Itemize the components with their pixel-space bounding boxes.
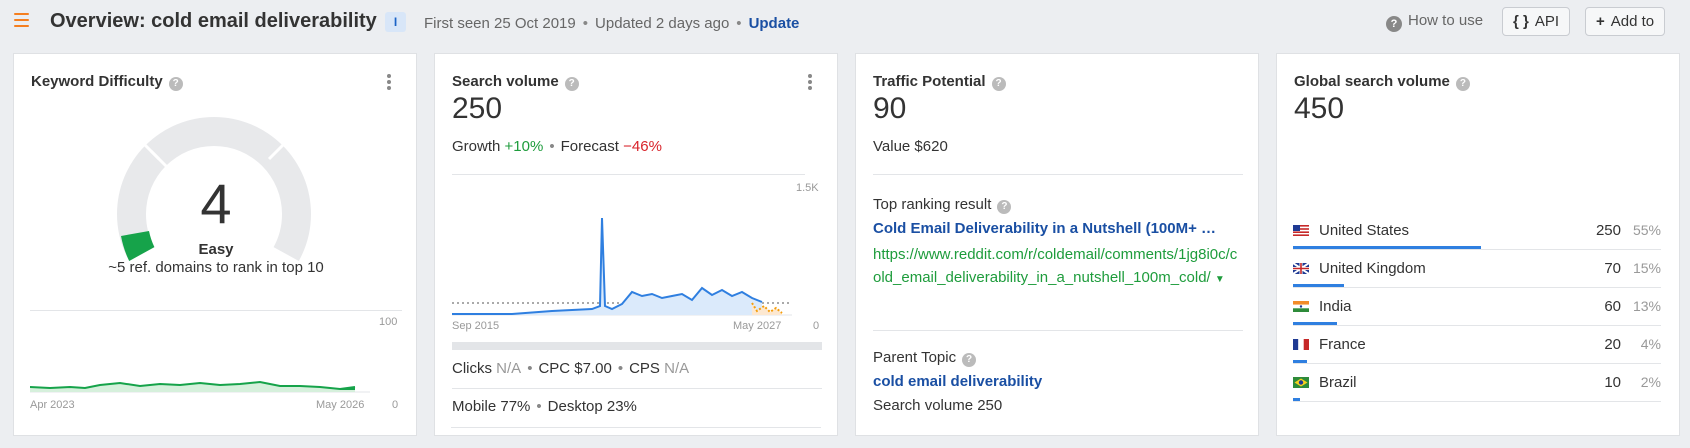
intent-badge[interactable]: I: [385, 12, 406, 32]
sv-title: Search volume?: [452, 73, 579, 91]
help-icon[interactable]: ?: [168, 77, 183, 91]
how-to-use-link[interactable]: ? How to use: [1386, 12, 1483, 32]
parent-topic-link[interactable]: cold email deliverability: [873, 373, 1042, 390]
gsv-card: Global search volume? 450 United States …: [1276, 53, 1680, 436]
top-result-label: Top ranking result?: [873, 196, 1012, 214]
sv-device-line: Mobile 77% • Desktop 23%: [452, 398, 637, 415]
update-link[interactable]: Update: [749, 15, 800, 32]
sv-trend-chart: [452, 217, 792, 316]
kd-x-end: May 2026: [316, 399, 365, 411]
more-options-icon[interactable]: [808, 74, 812, 92]
us-flag-icon: [1293, 225, 1309, 236]
more-options-icon[interactable]: [387, 74, 391, 92]
page-title: Overview: cold email deliverability: [50, 10, 377, 32]
kd-title: Keyword Difficulty?: [31, 73, 183, 91]
sv-card: Search volume? 250 Growth +10% • Forecast …: [434, 53, 838, 436]
add-to-button[interactable]: + Add to: [1585, 7, 1666, 36]
sv-chart-ymax: 1.5K: [796, 182, 819, 194]
kd-value: 4: [200, 172, 232, 235]
sv-chart-ymin: 0: [813, 320, 820, 332]
help-icon[interactable]: ?: [997, 200, 1012, 214]
kd-chart-ymin: 0: [392, 399, 399, 411]
sv-x-start: Sep 2015: [452, 320, 500, 332]
country-row[interactable]: India 60 13%: [1293, 288, 1661, 326]
country-row[interactable]: France 20 4%: [1293, 326, 1661, 364]
api-button[interactable]: { } API: [1502, 7, 1571, 36]
country-row[interactable]: Brazil 10 2%: [1293, 364, 1661, 402]
first-seen: First seen 25 Oct 2019: [424, 15, 576, 32]
updated-text: Updated 2 days ago: [595, 15, 730, 32]
india-flag-icon: [1293, 301, 1309, 312]
country-share-bar: [1293, 284, 1344, 287]
country-share-bar: [1293, 398, 1300, 401]
country-share-bar: [1293, 322, 1337, 325]
top-bar: Overview: cold email deliverability I Fi…: [0, 0, 1690, 46]
country-row[interactable]: United Kingdom 70 15%: [1293, 250, 1661, 288]
braces-icon: { }: [1513, 13, 1529, 30]
kd-card: Keyword Difficulty? 4 Easy ~5 ref. domai…: [13, 53, 417, 436]
kd-trend-chart: [30, 380, 370, 393]
tp-title: Traffic Potential?: [873, 73, 1006, 91]
parent-topic-label: Parent Topic?: [873, 349, 977, 367]
forecast-value: −46%: [623, 138, 662, 155]
help-icon[interactable]: ?: [564, 77, 579, 91]
uk-flag-icon: [1293, 263, 1309, 274]
top-result-url[interactable]: https://www.reddit.com/r/coldemail/comme…: [873, 243, 1243, 291]
meta-info: First seen 25 Oct 2019 • Updated 2 days ag…: [424, 15, 800, 32]
brazil-flag-icon: [1293, 377, 1309, 388]
sv-clicks-line: Clicks N/A • CPC $7.00 • CPS N/A: [452, 360, 690, 377]
sv-growth-line: Growth +10% • Forecast −46%: [452, 138, 662, 155]
help-icon[interactable]: ?: [962, 353, 977, 367]
plus-icon: +: [1596, 13, 1605, 30]
tp-card: Traffic Potential? 90 Value $620 Top ran…: [855, 53, 1259, 436]
country-share-bar: [1293, 246, 1481, 249]
top-result-title-link[interactable]: Cold Email Deliverability in a Nutshell …: [873, 220, 1216, 237]
sv-value: 250: [452, 92, 503, 125]
gsv-title: Global search volume?: [1294, 73, 1470, 91]
country-share-bar: [1293, 360, 1307, 363]
help-icon[interactable]: ?: [1455, 77, 1470, 91]
france-flag-icon: [1293, 339, 1309, 350]
country-row[interactable]: United States 250 55%: [1293, 212, 1661, 250]
growth-value: +10%: [504, 138, 544, 155]
menu-icon[interactable]: [14, 13, 29, 28]
kd-rating: Easy: [198, 241, 234, 258]
sv-scrollbar[interactable]: [452, 342, 822, 350]
parent-topic-search-volume: Search volume 250: [873, 397, 1003, 414]
kd-hint: ~5 ref. domains to rank in top 10: [108, 259, 324, 276]
kd-x-start: Apr 2023: [30, 399, 75, 411]
expand-caret-icon[interactable]: ▼: [1215, 274, 1225, 285]
tp-value-usd: Value $620: [873, 138, 948, 155]
kd-chart-ymax: 100: [379, 316, 398, 328]
help-icon[interactable]: ?: [991, 77, 1006, 91]
help-icon: ?: [1386, 16, 1402, 32]
gsv-value: 450: [1294, 92, 1345, 125]
sv-x-end: May 2027: [733, 320, 782, 332]
tp-value: 90: [873, 92, 907, 125]
